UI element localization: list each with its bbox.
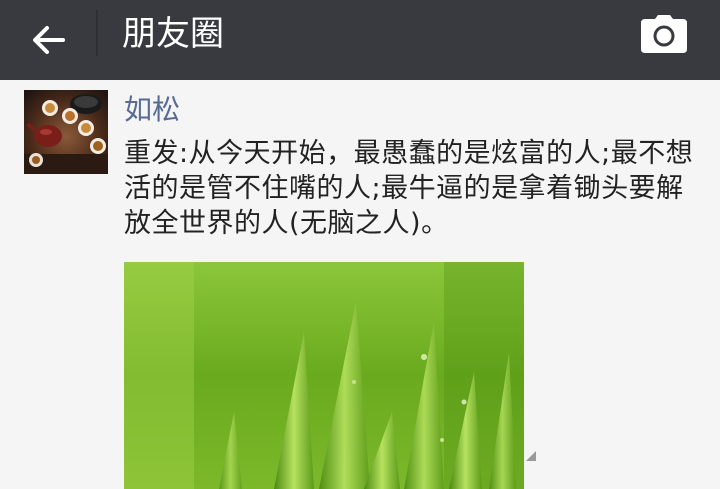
top-navigation-bar: 朋友圈 — [0, 0, 720, 80]
arrow-left-icon — [33, 26, 65, 54]
back-button[interactable] — [22, 16, 74, 64]
page-title: 朋友圈 — [122, 14, 224, 54]
camera-icon — [641, 15, 687, 53]
green-grass-photo — [124, 262, 524, 489]
more-indicator — [526, 451, 536, 461]
tea-set-avatar — [24, 90, 108, 174]
post-image[interactable] — [124, 262, 524, 489]
header-divider — [96, 10, 98, 56]
camera-button[interactable] — [636, 12, 692, 56]
post-text: 重发:从今天开始，最愚蠢的是炫富的人;最不想活的是管不住嘴的人;最牛逼的是拿着锄… — [124, 138, 694, 239]
moment-post: 如松 重发:从今天开始，最愚蠢的是炫富的人;最不想活的是管不住嘴的人;最牛逼的是… — [0, 80, 720, 489]
author-name[interactable]: 如松 — [124, 92, 180, 128]
author-avatar[interactable] — [24, 90, 108, 174]
